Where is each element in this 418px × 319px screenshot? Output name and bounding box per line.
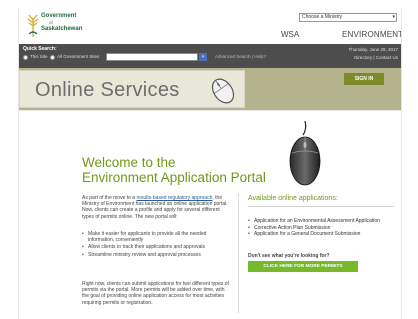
application-link[interactable]: Application for an Environmental Assessm… — [248, 218, 398, 224]
directory-contact-links[interactable]: Directory | Contact Us — [354, 55, 398, 60]
wsa-label: WSA — [281, 30, 300, 39]
page-frame: Government of Saskatchewan Choose a Mini… — [18, 8, 402, 319]
sign-in-button[interactable]: SIGN IN — [344, 73, 384, 85]
search-input[interactable] — [106, 53, 198, 61]
environment-label: ENVIRONMENT — [342, 30, 402, 39]
more-permits-button[interactable]: CLICK HERE FOR MORE PERMITS — [248, 261, 358, 272]
logo-line-government: Government — [41, 13, 77, 19]
advanced-search-link[interactable]: Advanced Search | Help? — [215, 54, 266, 59]
quick-search-label: Quick Search: — [23, 46, 57, 52]
current-date: Thursday, June 29, 2017 — [348, 47, 398, 52]
online-services-banner: Online Services SIGN IN — [19, 68, 401, 110]
search-go-button[interactable]: » — [199, 53, 207, 61]
list-item: Make it easier for applicants to provide… — [82, 231, 230, 243]
intro-paragraph: As part of the move to a results-based r… — [82, 195, 232, 220]
closing-paragraph: Right now, clients can submit applicatio… — [82, 281, 229, 306]
logo-text: Government of Saskatchewan — [41, 13, 82, 33]
application-link[interactable]: Corrective Action Plan Submission — [248, 225, 398, 231]
government-header: Government of Saskatchewan Choose a Mini… — [19, 8, 402, 44]
page-title: Online Services — [35, 79, 180, 101]
available-applications-title: Available online applications: — [248, 195, 338, 202]
logo-line-saskatchewan: Saskatchewan — [41, 26, 83, 32]
saskatchewan-logo[interactable]: Government of Saskatchewan — [25, 12, 89, 40]
computer-mouse-icon — [211, 78, 235, 104]
wheat-icon — [27, 14, 39, 37]
welcome-line-2: Environment Application Portal — [82, 170, 266, 185]
list-item: Streamline ministry review and approval … — [82, 252, 230, 258]
radio-all-sites-label: All Government Sites — [57, 54, 100, 59]
banner-title-box: Online Services — [19, 70, 245, 108]
portal-benefits-list: Make it easier for applicants to provide… — [82, 231, 230, 259]
quick-search-bar: Quick Search: This Site All Government S… — [19, 44, 401, 68]
main-content: Welcome to the Environment Application P… — [19, 110, 401, 319]
ministry-select-value: Choose a Ministry — [302, 14, 343, 20]
chevron-down-icon: ▾ — [392, 14, 395, 20]
ministry-select[interactable]: Choose a Ministry ▾ — [299, 13, 397, 22]
radio-all-government-sites[interactable] — [50, 55, 55, 60]
available-applications-list: Application for an Environmental Assessm… — [248, 218, 398, 238]
radio-this-site-label: This Site — [30, 54, 48, 59]
list-item: Allow clients to track their application… — [82, 244, 230, 250]
application-link[interactable]: Application for a General Document Submi… — [248, 231, 398, 237]
computer-mouse-icon — [289, 121, 321, 186]
welcome-line-1: Welcome to the — [82, 155, 176, 170]
intro-text-before: As part of the move to a — [82, 195, 137, 201]
divider — [248, 206, 394, 207]
dont-see-text: Don't see what you're looking for? — [248, 253, 330, 259]
column-divider — [238, 193, 239, 313]
results-based-regulatory-link[interactable]: results-based regulatory approach — [136, 195, 212, 201]
welcome-heading: Welcome to the Environment Application P… — [82, 155, 266, 185]
radio-this-site[interactable] — [23, 55, 28, 60]
